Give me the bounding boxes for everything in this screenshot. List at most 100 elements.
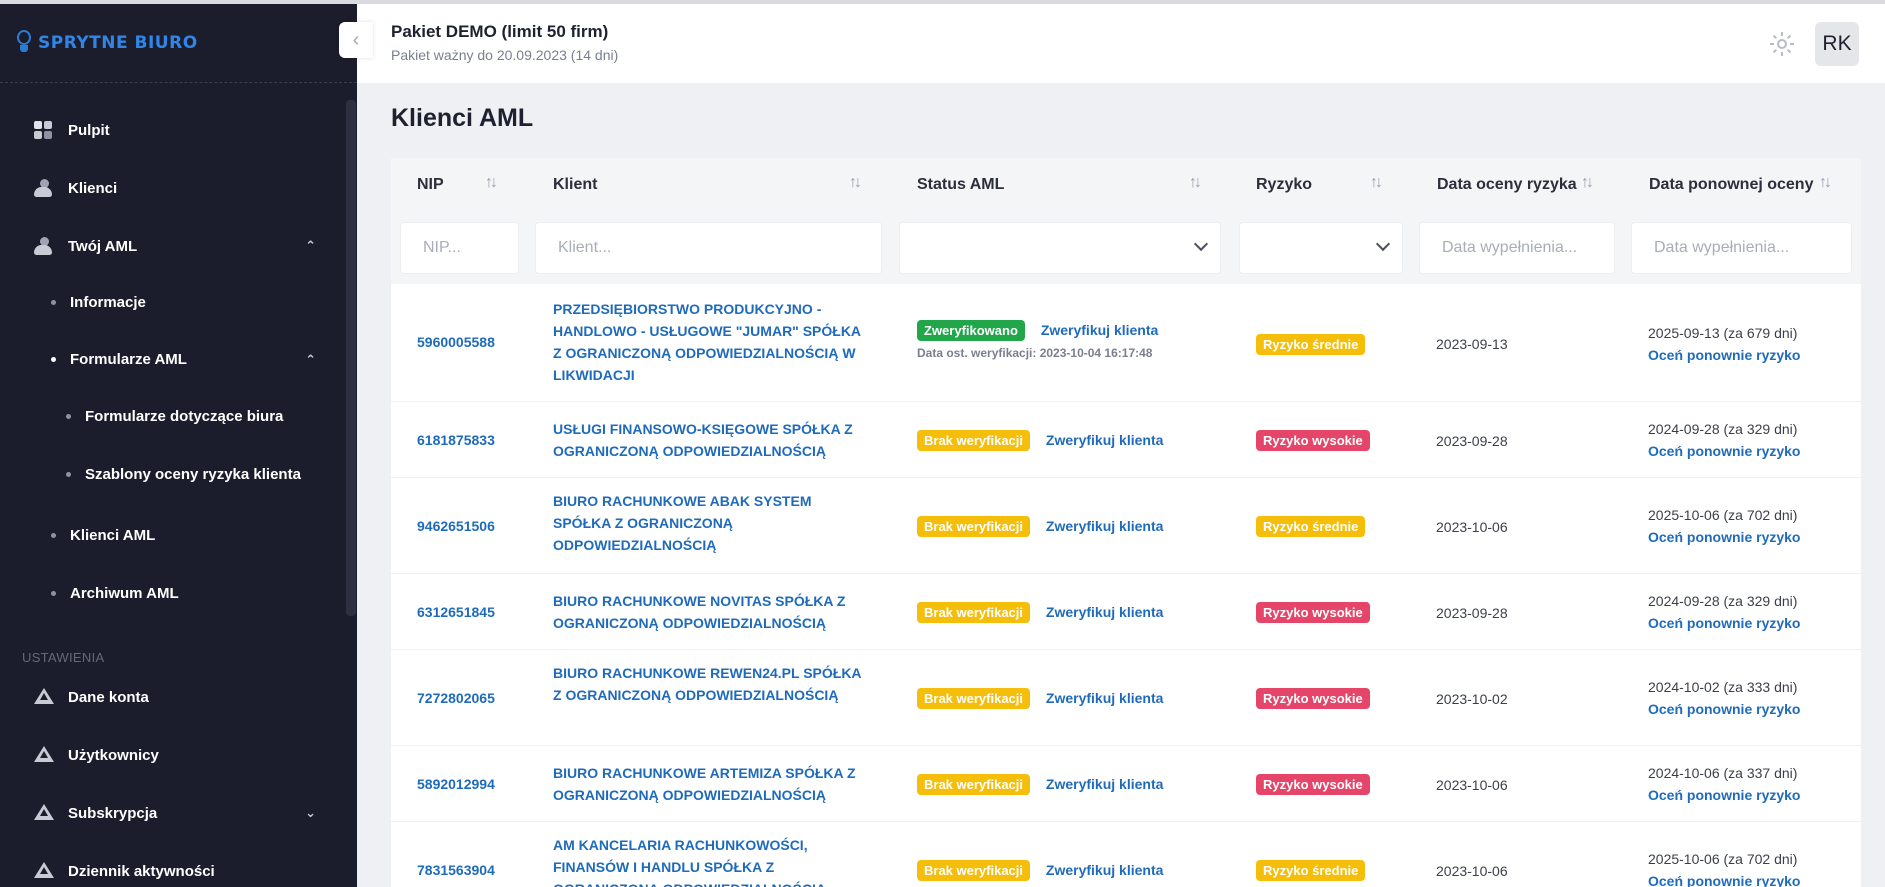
verify-client-link[interactable]: Zweryfikuj klienta: [1041, 322, 1158, 338]
triangle-icon-wrap: [34, 746, 54, 764]
risk-badge: Ryzyko wysokie: [1256, 602, 1370, 623]
nip-link[interactable]: 6312651845: [417, 604, 495, 620]
users-icon: [34, 179, 54, 197]
status-filter-select[interactable]: [899, 222, 1221, 274]
verify-client-link[interactable]: Zweryfikuj klienta: [1046, 604, 1163, 620]
sort-icon[interactable]: ↑↓: [485, 174, 498, 192]
package-subtitle: Pakiet ważny do 20.09.2023 (14 dni): [391, 47, 619, 63]
sort-icon[interactable]: ↑↓: [1189, 174, 1202, 192]
triangle-icon: [34, 804, 54, 820]
risk-date: 2023-10-06: [1436, 863, 1508, 879]
chevron-left-icon: ‹: [352, 28, 360, 51]
client-link[interactable]: BIURO RACHUNKOWE NOVITAS SPÓŁKA Z OGRANI…: [553, 590, 863, 634]
sidebar-item-label: Subskrypcja: [68, 804, 158, 822]
sidebar-item-label: Dane konta: [68, 688, 149, 706]
client-link[interactable]: BIURO RACHUNKOWE ABAK SYSTEM SPÓŁKA Z OG…: [553, 490, 863, 556]
sort-icon[interactable]: ↑↓: [849, 174, 862, 192]
nip-link[interactable]: 5892012994: [417, 776, 495, 792]
column-header-risk-date[interactable]: Data oceny ryzyka: [1437, 176, 1577, 194]
triangle-icon: [34, 746, 54, 762]
client-link[interactable]: USŁUGI FINANSOWO-KSIĘGOWE SPÓŁKA Z OGRAN…: [553, 418, 863, 462]
reassess-risk-link[interactable]: Oceń ponownie ryzyko: [1648, 698, 1800, 720]
users-icon: [34, 237, 54, 255]
sun-theme-toggle-icon[interactable]: [1770, 32, 1794, 56]
nip-link[interactable]: 7272802065: [417, 690, 495, 706]
sidebar-item-formularze-aml[interactable]: Formularze AML ⌃: [51, 351, 316, 368]
sidebar-item-dane-konta[interactable]: Dane konta: [34, 688, 149, 706]
sidebar-item-archiwum-aml[interactable]: Archiwum AML: [51, 585, 179, 602]
sidebar-item-klienci[interactable]: Klienci: [34, 179, 117, 197]
triangle-icon-wrap: [34, 688, 54, 706]
sidebar-item-formularze-biura[interactable]: Formularze dotyczące biura: [66, 408, 283, 425]
verify-client-link[interactable]: Zweryfikuj klienta: [1046, 432, 1163, 448]
reassess-risk-link[interactable]: Oceń ponownie ryzyko: [1648, 440, 1800, 462]
nip-filter-input[interactable]: [401, 223, 518, 273]
column-header-client[interactable]: Klient: [553, 176, 597, 194]
status-cell: Brak weryfikacji Zweryfikuj klienta: [917, 860, 1163, 881]
sidebar-item-dziennik[interactable]: Dziennik aktywności: [34, 862, 215, 880]
table-row: 6181875833 USŁUGI FINANSOWO-KSIĘGOWE SPÓ…: [391, 402, 1861, 478]
reassess-risk-link[interactable]: Oceń ponownie ryzyko: [1648, 344, 1800, 366]
sort-icon[interactable]: ↑↓: [1370, 174, 1383, 192]
reassess-risk-link[interactable]: Oceń ponownie ryzyko: [1648, 870, 1800, 887]
column-header-nip[interactable]: NIP: [417, 176, 444, 194]
risk-filter-select[interactable]: [1239, 222, 1403, 274]
reassess-risk-link[interactable]: Oceń ponownie ryzyko: [1648, 784, 1800, 806]
status-badge: Brak weryfikacji: [917, 602, 1031, 623]
logo-text: SPRYTNE BIURO: [38, 33, 198, 53]
sidebar-scrollbar[interactable]: [346, 100, 356, 616]
reassess-cell: 2024-10-02 (za 333 dni) Oceń ponownie ry…: [1648, 676, 1800, 720]
table-row: 7831563904 AM KANCELARIA RACHUNKOWOŚCI, …: [391, 822, 1861, 887]
package-title: Pakiet DEMO (limit 50 firm): [391, 22, 609, 41]
nip-link[interactable]: 9462651506: [417, 518, 495, 534]
verify-client-link[interactable]: Zweryfikuj klienta: [1046, 690, 1163, 706]
reassess-date: 2025-10-06 (za 702 dni): [1648, 851, 1798, 867]
risk-date: 2023-10-02: [1436, 691, 1508, 707]
nip-link[interactable]: 6181875833: [417, 432, 495, 448]
sidebar-item-uzytkownicy[interactable]: Użytkownicy: [34, 746, 159, 764]
reassess-risk-link[interactable]: Oceń ponownie ryzyko: [1648, 612, 1800, 634]
client-link[interactable]: AM KANCELARIA RACHUNKOWOŚCI, FINANSÓW I …: [553, 834, 863, 887]
sidebar-item-pulpit[interactable]: Pulpit: [34, 121, 110, 139]
verify-client-link[interactable]: Zweryfikuj klienta: [1046, 862, 1163, 878]
sidebar: SPRYTNE BIURO Pulpit Klienci Twój AML ⌃ …: [0, 4, 357, 887]
reassess-date-filter-input[interactable]: [1632, 223, 1851, 273]
sidebar-item-szablony[interactable]: Szablony oceny ryzyka klienta: [66, 466, 301, 483]
reassess-risk-link[interactable]: Oceń ponownie ryzyko: [1648, 526, 1800, 548]
sidebar-item-subskrypcja[interactable]: Subskrypcja ⌄: [34, 804, 316, 822]
status-badge: Zweryfikowano: [917, 320, 1025, 341]
status-badge: Brak weryfikacji: [917, 774, 1031, 795]
verify-client-link[interactable]: Zweryfikuj klienta: [1046, 776, 1163, 792]
risk-cell: Ryzyko średnie: [1256, 334, 1366, 355]
risk-date-filter-input[interactable]: [1420, 223, 1614, 273]
client-filter-input[interactable]: [536, 223, 881, 273]
chevron-down-icon: [1193, 236, 1209, 252]
verify-client-link[interactable]: Zweryfikuj klienta: [1046, 518, 1163, 534]
risk-badge: Ryzyko wysokie: [1256, 430, 1370, 451]
bullet-icon: [66, 414, 71, 419]
sort-icon[interactable]: ↑↓: [1581, 174, 1594, 192]
sort-icon[interactable]: ↑↓: [1819, 174, 1832, 192]
sidebar-item-twoj-aml[interactable]: Twój AML ⌃: [34, 237, 316, 255]
risk-cell: Ryzyko wysokie: [1256, 688, 1370, 709]
column-header-risk[interactable]: Ryzyko: [1256, 176, 1312, 194]
avatar[interactable]: RK: [1815, 22, 1859, 66]
sidebar-item-informacje[interactable]: Informacje: [51, 294, 146, 311]
table-row: 5892012994 BIURO RACHUNKOWE ARTEMIZA SPÓ…: [391, 746, 1861, 822]
status-cell: Brak weryfikacji Zweryfikuj klienta: [917, 516, 1163, 537]
nip-link[interactable]: 7831563904: [417, 862, 495, 878]
triangle-icon: [34, 862, 54, 878]
sidebar-collapse-button[interactable]: ‹: [339, 22, 373, 58]
nip-link[interactable]: 5960005588: [417, 334, 495, 350]
column-header-reassess-date[interactable]: Data ponownej oceny: [1649, 176, 1813, 194]
column-header-status[interactable]: Status AML: [917, 176, 1004, 194]
table-row: 5960005588 PRZEDSIĘBIORSTWO PRODUKCYJNO …: [391, 284, 1861, 402]
client-link[interactable]: PRZEDSIĘBIORSTWO PRODUKCYJNO - HANDLOWO …: [553, 298, 863, 386]
client-link[interactable]: BIURO RACHUNKOWE REWEN24.PL SPÓŁKA Z OGR…: [553, 662, 863, 706]
sidebar-item-label: Klienci: [68, 179, 118, 197]
sidebar-item-klienci-aml[interactable]: Klienci AML: [51, 527, 155, 544]
logo[interactable]: SPRYTNE BIURO: [16, 30, 198, 56]
client-link[interactable]: BIURO RACHUNKOWE ARTEMIZA SPÓŁKA Z OGRAN…: [553, 762, 863, 806]
triangle-icon-wrap: [34, 862, 54, 880]
status-badge: Brak weryfikacji: [917, 516, 1031, 537]
